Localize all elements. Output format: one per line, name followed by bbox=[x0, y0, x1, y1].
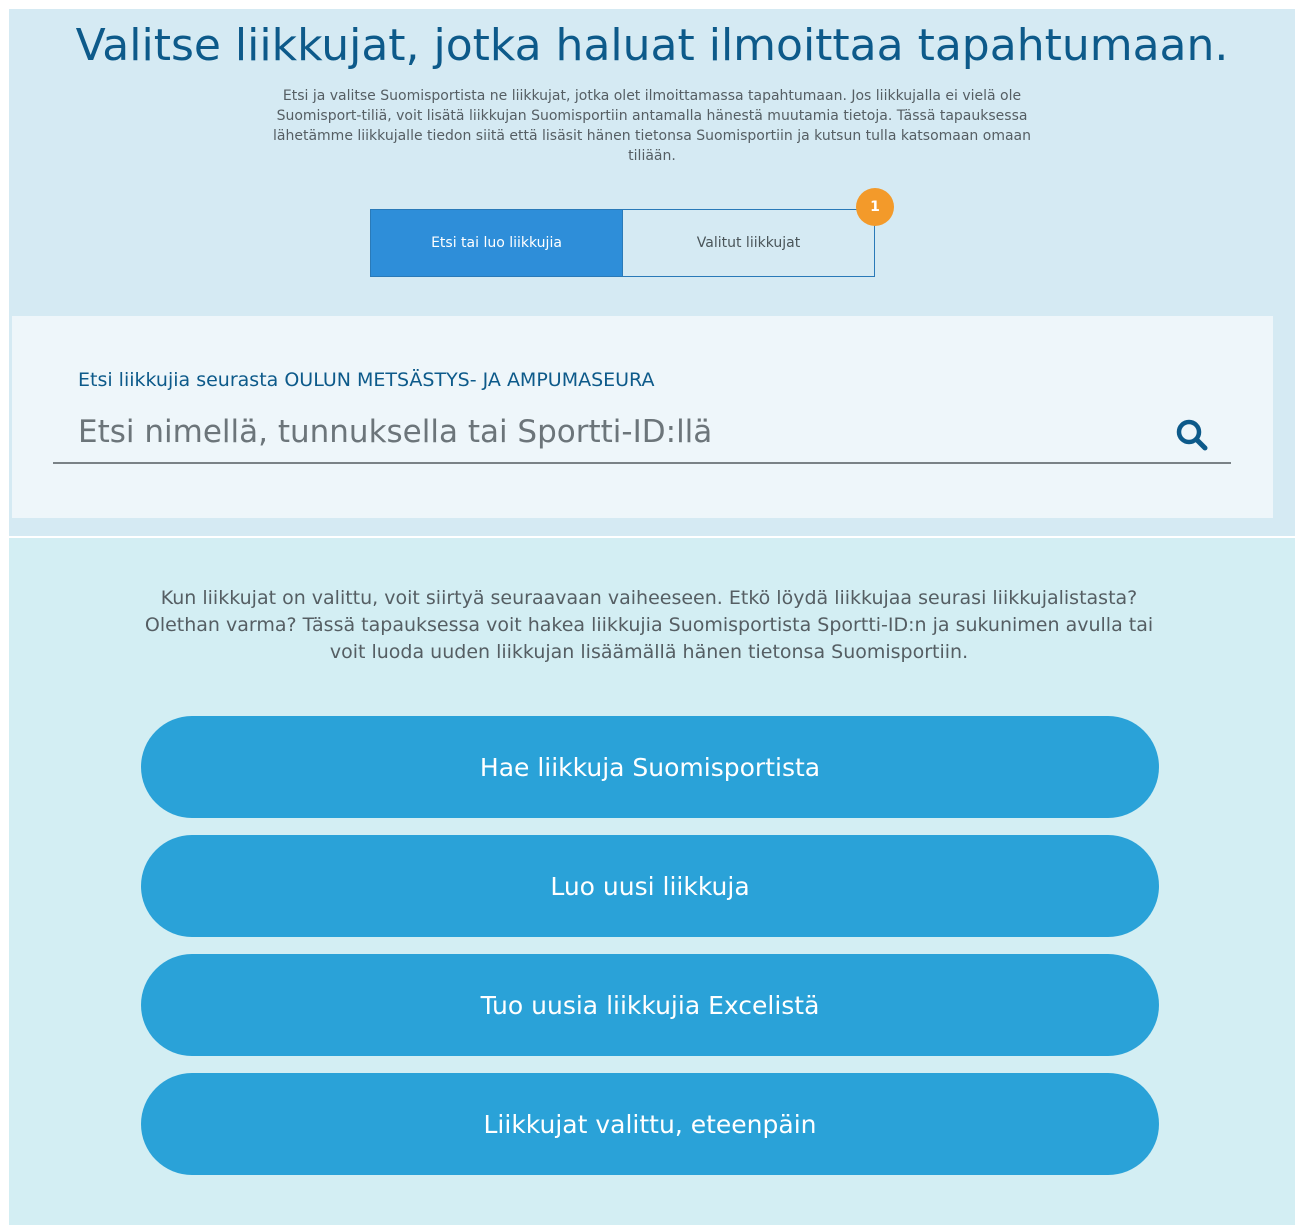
tab-bar: Etsi tai luo liikkujia Valitut liikkujat… bbox=[370, 188, 894, 277]
header-section: Valitse liikkujat, jotka haluat ilmoitta… bbox=[9, 9, 1295, 536]
actions-section: Kun liikkujat on valittu, voit siirtyä s… bbox=[9, 538, 1295, 1225]
search-input[interactable] bbox=[78, 404, 1158, 460]
page-title: Valitse liikkujat, jotka haluat ilmoitta… bbox=[75, 20, 1229, 71]
search-panel: Etsi liikkujia seurasta OULUN METSÄSTYS-… bbox=[12, 316, 1273, 518]
continue-button-label: Liikkujat valittu, eteenpäin bbox=[483, 1109, 817, 1139]
search-icon[interactable] bbox=[1175, 418, 1209, 452]
search-row bbox=[53, 404, 1231, 464]
tab-selected-athletes-label: Valitut liikkujat bbox=[696, 235, 801, 251]
tab-search-or-create-label: Etsi tai luo liikkujia bbox=[431, 235, 562, 251]
info-text: Kun liikkujat on valittu, voit siirtyä s… bbox=[144, 587, 1154, 663]
continue-button[interactable]: Liikkujat valittu, eteenpäin bbox=[141, 1073, 1159, 1175]
import-excel-button[interactable]: Tuo uusia liikkujia Excelistä bbox=[141, 954, 1159, 1056]
tab-selected-athletes[interactable]: Valitut liikkujat 1 bbox=[623, 188, 894, 277]
create-athlete-button[interactable]: Luo uusi liikkuja bbox=[141, 835, 1159, 937]
search-suomisport-button-label: Hae liikkuja Suomisportista bbox=[479, 752, 821, 782]
selected-count-badge: 1 bbox=[856, 188, 894, 226]
search-suomisport-button[interactable]: Hae liikkuja Suomisportista bbox=[141, 716, 1159, 818]
page-description: Etsi ja valitse Suomisportista ne liikku… bbox=[273, 88, 1031, 164]
tab-search-or-create[interactable]: Etsi tai luo liikkujia bbox=[370, 209, 623, 277]
create-athlete-button-label: Luo uusi liikkuja bbox=[550, 871, 750, 901]
search-label: Etsi liikkujia seurasta OULUN METSÄSTYS-… bbox=[78, 369, 655, 391]
import-excel-button-label: Tuo uusia liikkujia Excelistä bbox=[480, 990, 820, 1020]
